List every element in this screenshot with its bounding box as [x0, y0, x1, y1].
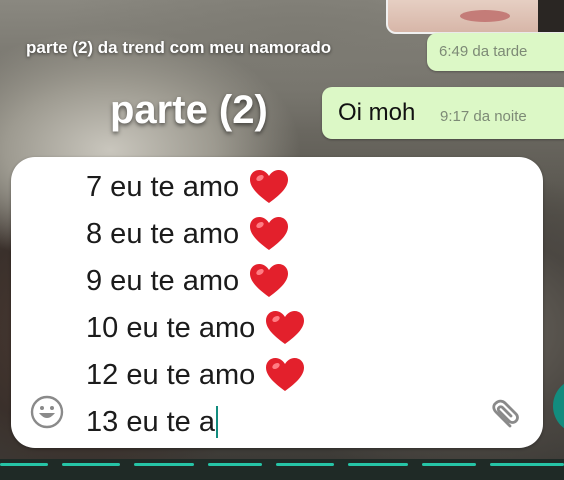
input-line-text: 10 eu te amo — [86, 311, 256, 344]
input-line: 10 eu te amo — [86, 304, 305, 351]
message-text: Oi moh — [338, 99, 416, 126]
input-line-text: 9 eu te amo — [86, 264, 240, 297]
red-heart-icon — [250, 216, 289, 250]
input-current-text: 13 eu te a — [86, 405, 215, 438]
message-bubble-outgoing[interactable]: Oi moh 9:17 da noite — [322, 87, 564, 139]
red-heart-icon — [266, 357, 305, 391]
red-heart-icon — [266, 310, 305, 344]
message-time: 9:17 da noite — [440, 108, 527, 125]
input-line: 8 eu te amo — [86, 210, 305, 257]
message-input-box[interactable]: 7 eu te amo 8 eu te amo 9 eu te amo 10 e… — [11, 157, 543, 448]
input-line: 7 eu te amo — [86, 163, 305, 210]
input-line: 12 eu te amo — [86, 351, 305, 398]
text-cursor — [216, 405, 218, 438]
input-line-text: 12 eu te amo — [86, 358, 256, 391]
input-line-text: 8 eu te amo — [86, 217, 240, 250]
bottom-bar — [0, 459, 564, 480]
input-current-line[interactable]: 13 eu te a — [86, 398, 305, 445]
video-caption-small: parte (2) da trend com meu namorado — [26, 38, 332, 57]
input-line: 9 eu te amo — [86, 257, 305, 304]
message-input-text[interactable]: 7 eu te amo 8 eu te amo 9 eu te amo 10 e… — [86, 163, 305, 445]
message-time: 6:49 da tarde — [439, 43, 528, 60]
message-bubble-outgoing[interactable]: 6:49 da tarde — [427, 33, 564, 71]
paperclip-icon[interactable] — [483, 391, 527, 435]
smiley-icon[interactable] — [29, 394, 65, 430]
red-heart-icon — [250, 169, 289, 203]
input-line-text: 7 eu te amo — [86, 170, 240, 203]
photo-thumbnail — [386, 0, 564, 34]
red-heart-icon — [250, 263, 289, 297]
video-caption-big: parte (2) — [110, 88, 268, 132]
